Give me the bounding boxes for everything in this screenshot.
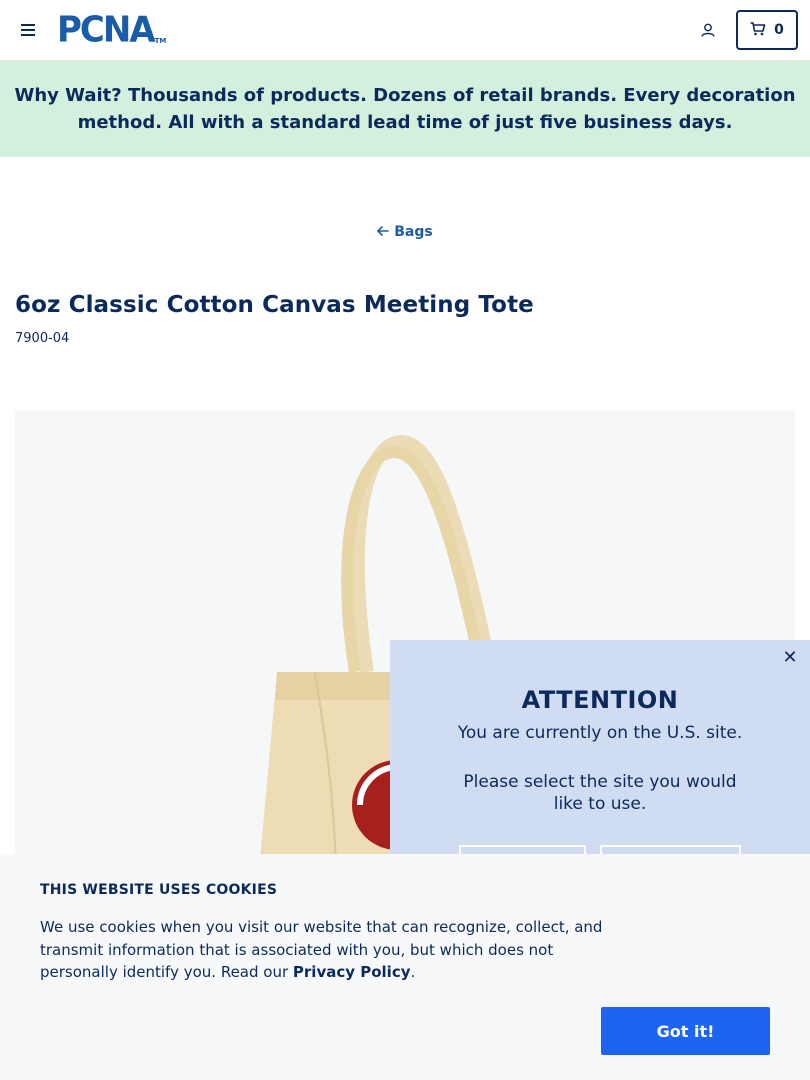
attention-title: ATTENTION xyxy=(521,686,679,714)
arrow-left-icon xyxy=(377,224,390,240)
promo-lead: Why Wait? xyxy=(14,85,122,106)
privacy-policy-link[interactable]: Privacy Policy xyxy=(293,963,411,981)
breadcrumb-link-bags[interactable]: Bags xyxy=(377,224,433,240)
cart-count: 0 xyxy=(774,22,784,38)
promo-banner: Why Wait? Thousands of products. Dozens … xyxy=(0,61,810,157)
promo-body: Thousands of products. Dozens of retail … xyxy=(77,85,796,133)
attention-current-site: You are currently on the U.S. site. xyxy=(457,723,743,743)
got-it-button[interactable]: Got it! xyxy=(601,1007,770,1055)
breadcrumb-label: Bags xyxy=(394,224,433,240)
site-select-modal: ✕ ATTENTION You are currently on the U.S… xyxy=(390,640,810,880)
promo-text: Why Wait? Thousands of products. Dozens … xyxy=(14,82,796,136)
cookie-banner: THIS WEBSITE USES COOKIES We use cookies… xyxy=(0,854,810,1080)
menu-icon[interactable] xyxy=(18,20,38,40)
cart-icon xyxy=(750,21,766,40)
user-icon[interactable] xyxy=(697,19,719,41)
cookie-period: . xyxy=(410,963,416,981)
product-sku: 7900-04 xyxy=(15,331,70,346)
logo-trademark: TM xyxy=(154,37,167,45)
logo-text: PCNA xyxy=(57,9,156,52)
cookie-title: THIS WEBSITE USES COOKIES xyxy=(40,882,278,898)
close-icon[interactable]: ✕ xyxy=(780,648,800,668)
breadcrumb: Bags xyxy=(0,224,810,240)
product-title: 6oz Classic Cotton Canvas Meeting Tote xyxy=(15,292,534,318)
cookie-text: We use cookies when you visit our websit… xyxy=(40,916,620,984)
cart-button[interactable]: 0 xyxy=(736,10,798,50)
site-header: PCNA TM 0 xyxy=(0,0,810,61)
pcna-logo[interactable]: PCNA TM xyxy=(57,9,167,52)
attention-instructions: Please select the site you would like to… xyxy=(463,772,737,814)
